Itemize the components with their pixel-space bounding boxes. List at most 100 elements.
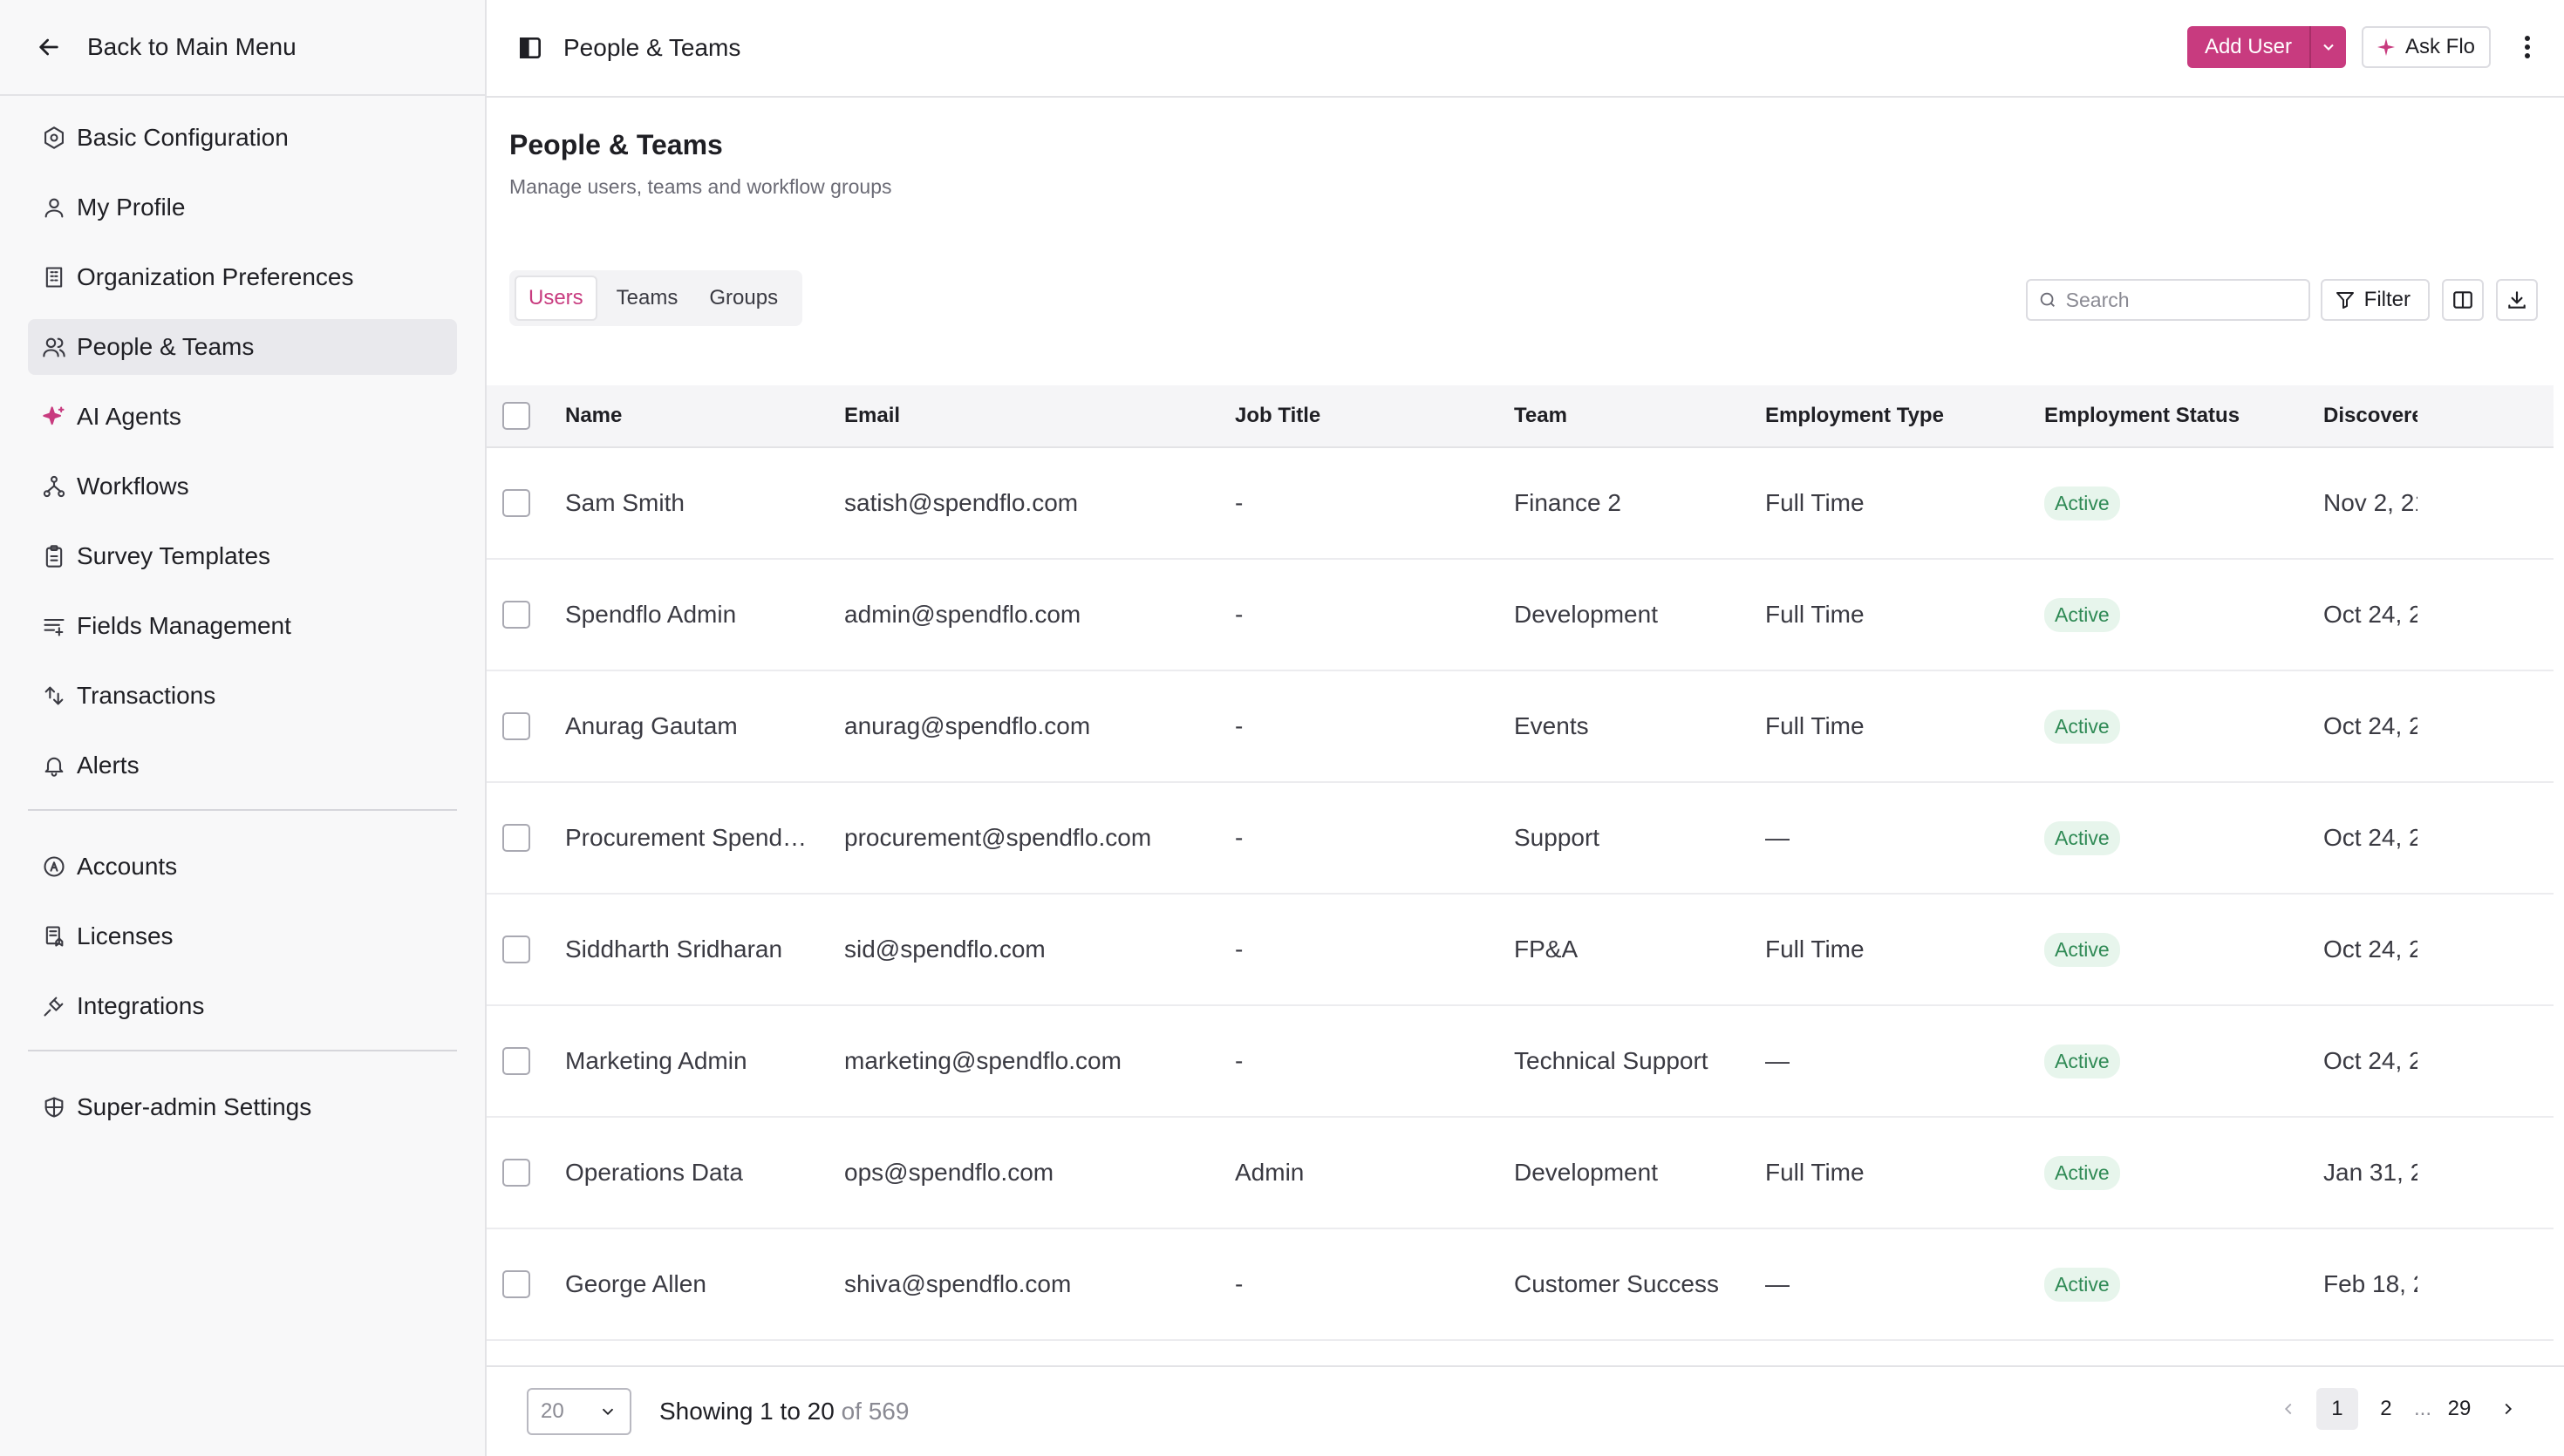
tab-teams[interactable]: Teams [604,276,691,321]
row-checkbox[interactable] [502,489,530,517]
table-row[interactable]: Anurag Gautam anurag@spendflo.com - Events F… [487,671,2554,783]
cell-discovered: Oct 24, 2 [2323,824,2417,851]
sidebar-toggle-icon[interactable] [516,34,544,62]
showing-total: of 569 [841,1398,910,1425]
column-header[interactable]: Name [565,404,809,428]
filter-label: Filter [2363,288,2411,311]
circle-a-icon [42,854,66,879]
sidebar-item-super-admin-settings[interactable]: Super-admin Settings [28,1079,457,1135]
row-checkbox[interactable] [502,936,530,963]
column-header[interactable]: Employment Status [2044,404,2306,428]
cell-discovered: Oct 24, 2 [2323,1047,2417,1074]
sidebar-item-label: Super-admin Settings [77,1093,312,1120]
sidebar-item-people-and-teams[interactable]: People & Teams [28,319,457,375]
back-to-main-menu-link[interactable]: Back to Main Menu [0,0,485,96]
table-row[interactable]: George Allen shiva@spendflo.com - Customer … [487,1229,2554,1341]
search-input[interactable] [2065,288,2293,312]
sidebar-group-accounts: Accounts Licenses Integrations [28,839,457,1034]
chevron-down-icon [2323,44,2334,51]
users-table: Name Email Job Title Team Employment Type Emp… [487,385,2554,1367]
table-row[interactable]: Siddharth Sridharan sid@spendflo.com - FP&A… [487,895,2554,1006]
cell-name: Operations Data [565,1159,743,1186]
page-size-select[interactable]: 20 [527,1388,631,1435]
column-header[interactable]: Employment Type [1765,404,2027,428]
sidebar-item-workflows[interactable]: Workflows [28,459,457,514]
cell-email: procurement@spendflo.com [844,824,1152,851]
sidebar-divider [28,809,457,811]
cell-employment-status: Active [2044,1044,2306,1078]
sidebar-item-licenses[interactable]: Licenses [28,908,457,964]
columns-button[interactable] [2442,279,2484,321]
sidebar-item-ai-agents[interactable]: AI Agents [28,389,457,445]
cell-team: FP&A [1514,936,1579,963]
table-header: Name Email Job Title Team Employment Type Emp… [487,385,2554,448]
columns-icon [2453,291,2472,309]
page-button[interactable]: 1 [2315,1388,2358,1430]
sidebar-nav: Basic Configuration My Profile Organizatio… [0,96,485,1135]
tab-users[interactable]: Users [515,276,597,321]
cell-discovered: Jan 31, 2 [2323,1159,2417,1186]
sidebar-item-accounts[interactable]: Accounts [28,839,457,895]
app-root: Back to Main Menu Basic Configuration My … [0,0,2564,1456]
sidebar-item-fields-management[interactable]: Fields Management [28,598,457,654]
add-user-dropdown-button[interactable] [2308,26,2346,68]
row-checkbox[interactable] [502,601,530,629]
column-header[interactable]: Job Title [1235,404,1479,428]
column-header[interactable]: Email [844,404,1219,428]
sidebar-item-survey-templates[interactable]: Survey Templates [28,528,457,584]
search-box [2025,279,2310,321]
table-toolbar: Filter [2025,279,2538,321]
table-row[interactable]: Procurement Spendf... procurement@spendfl… [487,783,2554,895]
cell-job-title: - [1235,601,1244,628]
column-header[interactable]: Team [1514,404,1758,428]
cell-job-title: - [1235,824,1244,851]
sidebar-item-basic-configuration[interactable]: Basic Configuration [28,110,457,166]
sidebar-item-my-profile[interactable]: My Profile [28,180,457,235]
status-badge: Active [2044,1044,2120,1078]
cell-employment-status: Active [2044,1155,2306,1190]
table-row[interactable]: Spendflo Admin admin@spendflo.com - Develop… [487,560,2554,671]
select-all-checkbox[interactable] [502,402,530,430]
table-row[interactable]: Marketing Admin marketing@spendflo.com - Te… [487,1006,2554,1118]
cell-team: Development [1514,1159,1658,1186]
chevron-down-icon [602,1408,614,1416]
cell-discovered: Oct 24, 2 [2323,712,2417,739]
cell-discovered: Oct 24, 2 [2323,936,2417,963]
page-button[interactable]: 29 [2438,1388,2480,1430]
status-badge: Active [2044,932,2120,967]
cell-team: Finance 2 [1514,489,1621,516]
back-label: Back to Main Menu [87,33,297,60]
bell-icon [42,753,66,778]
page-button[interactable]: 2 [2365,1388,2407,1430]
next-page-button[interactable] [2487,1388,2529,1430]
tab-groups[interactable]: Groups [697,276,790,321]
row-checkbox[interactable] [502,712,530,740]
sidebar-item-transactions[interactable]: Transactions [28,668,457,724]
row-checkbox[interactable] [502,1047,530,1075]
add-user-button[interactable]: Add User [2187,26,2309,68]
table-row[interactable]: Operations Data ops@spendflo.com Admin Deve… [487,1118,2554,1229]
more-options-icon[interactable] [2517,30,2538,65]
cell-email: sid@spendflo.com [844,936,1046,963]
cell-employment-status: Active [2044,1267,2306,1302]
table-body: Sam Smith satish@spendflo.com - Finance 2 Fu… [487,448,2554,1341]
chevron-right-icon [2505,1403,2513,1415]
column-header[interactable]: Discovere [2323,404,2417,428]
table-row[interactable]: Sam Smith satish@spendflo.com - Finance 2 Fu… [487,448,2554,560]
ask-flo-button[interactable]: Ask Flo [2361,26,2491,68]
sidebar-item-integrations[interactable]: Integrations [28,978,457,1034]
filter-button[interactable]: Filter [2320,279,2430,321]
cell-job-title: Admin [1235,1159,1305,1186]
row-checkbox[interactable] [502,1159,530,1187]
cell-name: Sam Smith [565,489,685,516]
cell-team: Support [1514,824,1600,851]
breadcrumb: People & Teams [563,34,741,61]
sidebar-item-alerts[interactable]: Alerts [28,738,457,793]
download-button[interactable] [2496,279,2538,321]
prev-page-button[interactable] [2267,1388,2309,1430]
row-checkbox[interactable] [502,1270,530,1298]
topbar: People & Teams Add User Ask Flo [487,0,2564,98]
sidebar-item-organization-preferences[interactable]: Organization Preferences [28,249,457,305]
search-icon [2040,292,2055,307]
row-checkbox[interactable] [502,824,530,852]
